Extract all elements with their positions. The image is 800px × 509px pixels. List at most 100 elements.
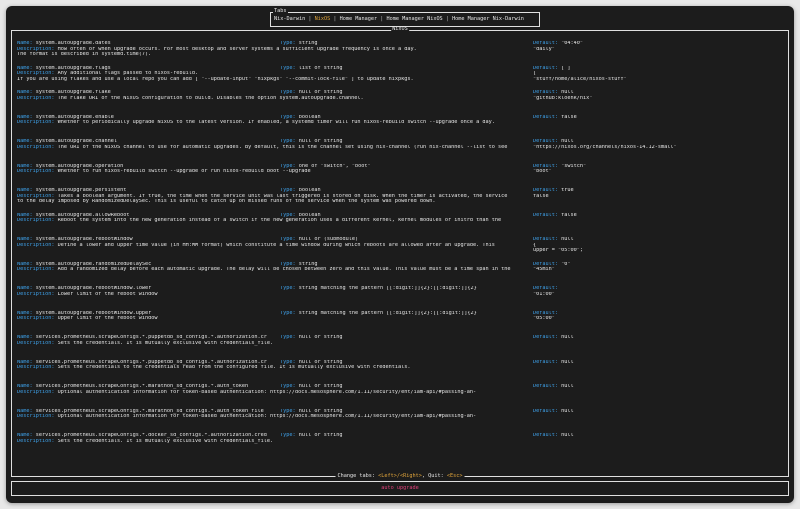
option-default-label: Default:	[533, 114, 562, 120]
option-type-label: Type:	[280, 384, 299, 389]
option-default-value: "0"	[561, 261, 571, 267]
hint-prefix: Change tabs:	[337, 473, 379, 480]
hint-tab-keys: <Left>/<Right>	[378, 473, 422, 480]
option-name-label: Name:	[17, 359, 36, 365]
option-default-value: null	[561, 139, 574, 144]
option-entry[interactable]: Name: system.autoUpgrade.operation Type: …	[17, 164, 783, 189]
option-description-label: Description:	[17, 414, 58, 420]
option-name-label: Name:	[17, 286, 36, 291]
option-description: Description: The URI of the NixOS channe…	[17, 145, 527, 151]
option-description-label: Description:	[17, 193, 58, 199]
hint-quit-key: <Esc>	[446, 473, 463, 480]
option-entry[interactable]: Name: services.prometheus.scrapeConfigs.…	[17, 433, 783, 458]
option-default: upper = "05:00";	[533, 248, 783, 254]
option-description: Description: The Flake URI of the NixOS …	[17, 96, 527, 102]
option-name-value: system.autoUpgrade.enable	[35, 114, 114, 120]
option-description-label: Description:	[17, 46, 58, 52]
option-description-label: Description:	[17, 218, 58, 224]
option-description-value: Sets the credentials. It is mutually exc…	[57, 340, 274, 346]
option-entry[interactable]: Name: system.autoUpgrade.flags Type: list…	[17, 66, 783, 91]
option-default-value: null	[561, 335, 574, 340]
option-description-value: The Flake URI of the NixOS configuration…	[57, 95, 364, 101]
option-description-value: How often or when upgrade occurs. For mo…	[57, 46, 417, 52]
option-default-value: null	[561, 359, 574, 365]
option-entry[interactable]: Name: system.autoUpgrade.persistent Type:…	[17, 188, 783, 213]
tab-home-manager[interactable]: Home Manager	[340, 16, 377, 22]
option-type-value: null or string	[298, 384, 343, 389]
option-list[interactable]: Name: system.autoUpgrade.dates Type: stri…	[17, 41, 783, 471]
option-name-label: Name:	[17, 163, 36, 169]
option-entry[interactable]: Name: system.autoUpgrade.randomizedDelay…	[17, 262, 783, 287]
option-description-value: Upper limit of the reboot window	[57, 316, 158, 322]
options-panel: NixOS Name: system.autoUpgrade.dates Type…	[11, 26, 789, 480]
option-name-value: system.autoUpgrade.rebootWindow.lower	[35, 286, 152, 291]
option-description: Description: Sets the credentials. It is…	[17, 439, 527, 445]
option-type-value: string matching the pattern [[:digit:]]{…	[298, 286, 477, 291]
option-entry[interactable]: Name: system.autoUpgrade.rebootWindow.up…	[17, 311, 783, 336]
option-description-value: Add a randomized delay before each autom…	[57, 267, 511, 273]
option-default-value: upper = "05:00";	[533, 248, 583, 254]
option-description-value: Takes a boolean argument. If true, the t…	[57, 193, 508, 199]
tab-home-manager-nix-darwin[interactable]: Home Manager Nix-Darwin	[452, 16, 524, 22]
tab-home-manager-nixos[interactable]: Home Manager NixOS	[386, 16, 442, 22]
option-description-value: The format is described in systemd.time(…	[17, 52, 152, 58]
option-description: Description: Add a randomized delay befo…	[17, 267, 527, 273]
option-name-value: system.autoUpgrade.flags	[35, 65, 111, 71]
option-default	[533, 365, 783, 371]
option-entry[interactable]: Name: system.autoUpgrade.flake Type: null…	[17, 90, 783, 115]
option-default-value: [ ]	[561, 65, 571, 71]
option-description: Description: Whether to periodically upg…	[17, 120, 527, 126]
option-entry[interactable]: Name: system.autoUpgrade.rebootWindow.lo…	[17, 286, 783, 311]
option-name-value: system.autoUpgrade.persistent	[35, 188, 127, 193]
option-description: Description: Sets the credentials. It is…	[17, 341, 527, 347]
option-entry[interactable]: Name: services.prometheus.scrapeConfigs.…	[17, 384, 783, 409]
option-default-value: {	[533, 242, 537, 248]
option-default	[533, 341, 783, 347]
option-entry[interactable]: Name: system.autoUpgrade.dates Type: stri…	[17, 41, 783, 66]
tab-list: Nix-Darwin | NixOS | Home Manager | Home…	[274, 16, 524, 23]
option-type-label: Type:	[280, 90, 299, 95]
option-default-label: Default:	[533, 90, 562, 95]
option-name-label: Name:	[17, 114, 36, 120]
option-description-label: Description:	[17, 169, 58, 175]
option-type-label: Type:	[280, 212, 299, 218]
option-entry[interactable]: Name: system.autoUpgrade.rebootWindow Typ…	[17, 237, 783, 262]
option-description-value: If you are using flakes and use a local …	[17, 76, 414, 82]
hint-middle: , Quit:	[421, 473, 447, 480]
option-type-label: Type:	[280, 261, 299, 267]
option-entry[interactable]: Name: services.prometheus.scrapeConfigs.…	[17, 360, 783, 385]
option-description-value: Optional authentication information for …	[57, 414, 477, 420]
option-default: "stuff/home/alice/nixos-stuff"	[533, 77, 783, 83]
option-entry[interactable]: Name: services.prometheus.scrapeConfigs.…	[17, 335, 783, 360]
tab-nixos[interactable]: NixOS	[315, 16, 331, 22]
option-entry[interactable]: Name: services.prometheus.scrapeConfigs.…	[17, 409, 783, 434]
option-default-label: Default:	[533, 335, 562, 340]
search-bar[interactable]: auto upgrade	[11, 481, 789, 496]
option-name-label: Name:	[17, 188, 36, 193]
option-default-value: null	[561, 90, 574, 95]
option-name-value: services.prometheus.scrapeConfigs.*.mara…	[35, 384, 249, 389]
option-default-value: "01:00"	[533, 291, 555, 297]
option-default-label: Default:	[533, 286, 558, 291]
option-description-label: Description:	[17, 438, 58, 444]
option-type-value: null or string	[298, 335, 343, 340]
tab-bar-title: Tabs	[273, 8, 288, 15]
option-type-value: null or string	[298, 90, 343, 95]
option-default-value: null	[561, 433, 574, 438]
option-default-value: null	[561, 237, 574, 242]
tab-nix-darwin[interactable]: Nix-Darwin	[274, 16, 305, 22]
terminal-screen: Tabs Nix-Darwin | NixOS | Home Manager |…	[6, 6, 794, 503]
option-default-label: Default:	[533, 408, 562, 414]
option-type-value: string matching the pattern [[:digit:]]{…	[298, 310, 477, 316]
option-name-value: system.autoUpgrade.allowReboot	[35, 212, 130, 218]
option-description-value: Lower limit of the reboot window	[57, 291, 158, 297]
option-entry[interactable]: Name: system.autoUpgrade.channel Type: nu…	[17, 139, 783, 164]
option-entry[interactable]: Name: system.autoUpgrade.allowReboot Type…	[17, 213, 783, 238]
option-default-label: Default:	[533, 237, 562, 242]
option-default-value: "switch"	[561, 163, 587, 169]
search-input[interactable]: auto upgrade	[12, 485, 788, 492]
option-name-value: system.autoUpgrade.channel	[35, 139, 117, 144]
option-entry[interactable]: Name: system.autoUpgrade.enable Type: boo…	[17, 115, 783, 140]
option-description: Description: Upper limit of the reboot w…	[17, 316, 527, 322]
option-default-value: "https://nixos.org/channels/nixos-14.12-…	[533, 144, 677, 150]
